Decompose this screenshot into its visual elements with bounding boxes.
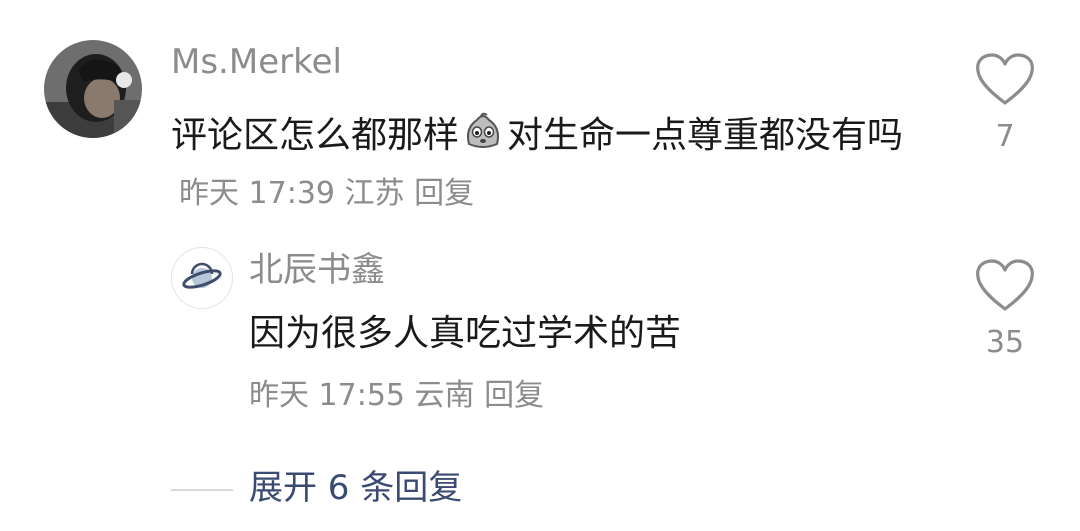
comment-time: 昨天 17:55: [249, 378, 405, 413]
comment-text: 评论区怎么都那样 对生命一点尊重都没有吗昨天 17:39 江苏 回复: [171, 108, 911, 222]
comment-location: 云南: [414, 378, 475, 413]
planet-icon: [182, 262, 222, 289]
comment-text-part: 评论区怎么都那样: [171, 115, 460, 156]
reply-button[interactable]: 回复: [484, 378, 544, 413]
sad-dumpling-emoji-icon: [461, 110, 505, 154]
avatar[interactable]: [171, 247, 233, 309]
avatar-photo-icon: [44, 40, 142, 138]
comment-time: 昨天 17:39: [179, 176, 335, 211]
comment-text-part: 对生命一点尊重都没有吗: [507, 115, 904, 156]
divider: [171, 489, 233, 491]
reply-button[interactable]: 回复: [414, 176, 474, 211]
comment-location: 江苏: [344, 176, 405, 211]
like-count: 35: [985, 325, 1025, 360]
username[interactable]: Ms.Merkel: [171, 42, 342, 82]
username[interactable]: 北辰书鑫: [249, 250, 385, 290]
heart-icon: [976, 259, 1034, 311]
heart-icon: [976, 53, 1034, 105]
comment-text: 因为很多人真吃过学术的苦: [249, 313, 682, 354]
comment-meta: 昨天 17:39 江苏 回复: [179, 176, 474, 211]
like-count: 7: [995, 119, 1015, 154]
avatar[interactable]: [44, 40, 142, 138]
like-button[interactable]: 35: [973, 258, 1037, 360]
like-button[interactable]: 7: [973, 52, 1037, 154]
expand-replies-button[interactable]: 展开 6 条回复: [249, 464, 462, 512]
comment-meta: 昨天 17:55 云南 回复: [249, 374, 544, 418]
